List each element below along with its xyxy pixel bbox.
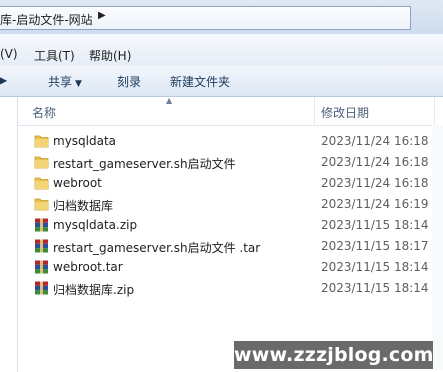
file-name: webroot.tar xyxy=(53,260,123,274)
file-name: 归档数据库.zip xyxy=(53,283,135,297)
file-name: mysqldata.zip xyxy=(53,218,138,232)
file-date: 2023/11/24 16:18 xyxy=(321,155,429,169)
menu-bar: (V) 工具(T) 帮助(H) xyxy=(0,34,443,66)
file-name: 归档数据库 xyxy=(53,199,114,213)
file-name: mysqldata xyxy=(53,134,117,148)
chevron-down-icon: ▼ xyxy=(75,79,82,89)
menu-tools[interactable]: 工具(T) xyxy=(34,47,75,64)
winrar-archive-icon xyxy=(35,218,48,232)
sort-ascending-icon: ▲ xyxy=(166,96,173,105)
address-bar: 库-启动文件-网站 ▶ xyxy=(0,0,443,34)
file-date: 2023/11/24 16:18 xyxy=(321,176,429,190)
column-header: ▲ 名称 修改日期 xyxy=(18,96,443,126)
column-divider[interactable] xyxy=(314,97,315,125)
file-row[interactable]: mysqldata 2023/11/24 16:18 xyxy=(18,131,443,152)
share-button[interactable]: 共享 ▼ xyxy=(48,73,82,90)
watermark: www.zzzjblog.com xyxy=(234,341,433,369)
new-folder-button[interactable]: 新建文件夹 xyxy=(170,73,230,90)
winrar-archive-icon xyxy=(35,281,48,295)
file-row[interactable]: restart_gameserver.sh启动文件 .tar 2023/11/1… xyxy=(18,236,443,257)
file-row[interactable]: mysqldata.zip 2023/11/15 18:14 xyxy=(18,215,443,236)
navigation-pane[interactable] xyxy=(0,97,18,372)
file-row[interactable]: restart_gameserver.sh启动文件 2023/11/24 16:… xyxy=(18,152,443,173)
share-button-label: 共享 xyxy=(48,75,73,89)
menu-help[interactable]: 帮助(H) xyxy=(89,47,131,64)
column-divider[interactable] xyxy=(434,97,435,125)
file-date: 2023/11/15 18:17 xyxy=(321,239,429,253)
folder-icon xyxy=(34,135,49,148)
column-header-name[interactable]: 名称 xyxy=(32,104,56,121)
folder-icon xyxy=(34,198,49,211)
file-name: restart_gameserver.sh启动文件 .tar xyxy=(53,241,261,255)
burn-button[interactable]: 刻录 xyxy=(117,73,141,90)
column-header-date[interactable]: 修改日期 xyxy=(321,104,369,121)
folder-icon xyxy=(34,177,49,190)
file-date: 2023/11/24 16:18 xyxy=(321,134,429,148)
file-row[interactable]: 归档数据库 2023/11/24 16:19 xyxy=(18,194,443,215)
file-date: 2023/11/24 16:19 xyxy=(321,197,429,211)
menu-view[interactable]: (V) xyxy=(0,47,18,61)
command-bar: ▶ 共享 ▼ 刻录 新建文件夹 xyxy=(0,66,443,97)
winrar-archive-icon xyxy=(35,260,48,274)
file-date: 2023/11/15 18:14 xyxy=(321,218,429,232)
breadcrumb[interactable]: 库-启动文件-网站 ▶ xyxy=(0,6,411,30)
file-name: webroot xyxy=(53,176,102,190)
file-row[interactable]: webroot.tar 2023/11/15 18:14 xyxy=(18,257,443,278)
file-date: 2023/11/15 18:14 xyxy=(321,281,429,295)
file-date: 2023/11/15 18:14 xyxy=(321,260,429,274)
breadcrumb-path[interactable]: 库-启动文件-网站 xyxy=(0,11,93,28)
file-row[interactable]: webroot 2023/11/24 16:18 xyxy=(18,173,443,194)
file-name: restart_gameserver.sh启动文件 xyxy=(53,157,236,171)
winrar-archive-icon xyxy=(35,239,48,253)
file-row[interactable]: 归档数据库.zip 2023/11/15 18:14 xyxy=(18,278,443,299)
folder-icon xyxy=(34,156,49,169)
organize-dropdown-icon[interactable]: ▶ xyxy=(0,73,7,87)
breadcrumb-arrow-icon[interactable]: ▶ xyxy=(98,10,106,21)
